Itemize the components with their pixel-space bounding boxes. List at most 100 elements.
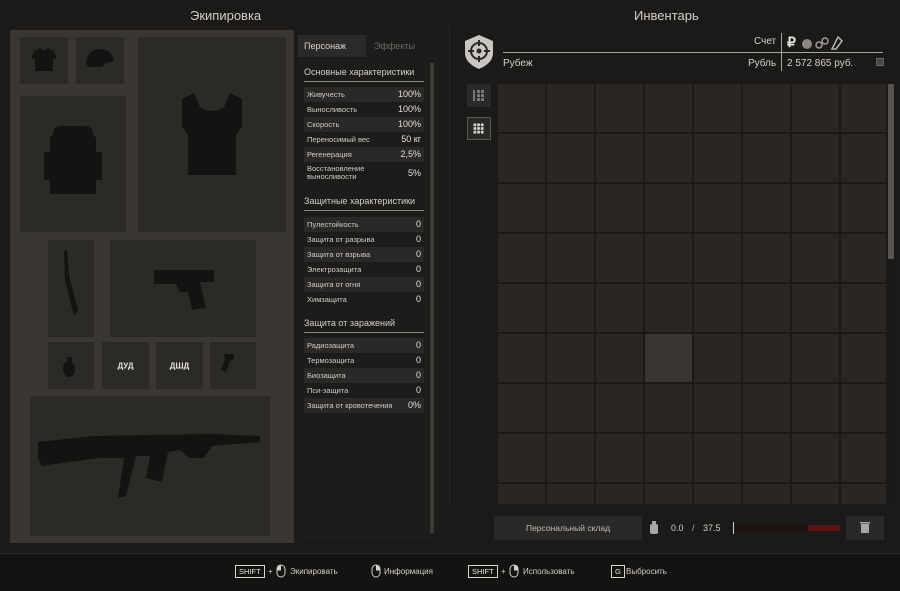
inventory-cell[interactable] xyxy=(547,484,594,504)
inventory-cell[interactable] xyxy=(841,334,886,382)
inventory-cell[interactable] xyxy=(498,134,545,182)
inventory-cell[interactable] xyxy=(596,484,643,504)
inventory-cell[interactable] xyxy=(547,234,594,282)
inventory-cell[interactable] xyxy=(645,334,692,382)
tab-character[interactable]: Персонаж xyxy=(298,35,366,57)
expand-icon[interactable] xyxy=(876,58,884,66)
stat-row: Защита от взрыва 0 xyxy=(304,247,424,262)
inventory-cell[interactable] xyxy=(596,284,643,332)
inventory-cell[interactable] xyxy=(498,184,545,232)
inventory-cell[interactable] xyxy=(792,84,839,132)
inventory-cell[interactable] xyxy=(841,184,886,232)
inventory-cell[interactable] xyxy=(694,84,741,132)
shirt-slot[interactable] xyxy=(20,37,68,84)
inventory-cell[interactable] xyxy=(547,284,594,332)
grid-view-button[interactable] xyxy=(467,117,491,140)
inventory-cell[interactable] xyxy=(792,184,839,232)
inventory-cell[interactable] xyxy=(547,384,594,432)
inventory-cell[interactable] xyxy=(498,84,545,132)
list-view-button[interactable] xyxy=(467,84,491,107)
inventory-scrollbar[interactable] xyxy=(888,84,894,502)
inventory-cell[interactable] xyxy=(792,234,839,282)
inventory-cell[interactable] xyxy=(841,284,886,332)
inventory-cell[interactable] xyxy=(547,184,594,232)
inventory-cell[interactable] xyxy=(694,184,741,232)
inventory-cell[interactable] xyxy=(645,484,692,504)
scrollbar-thumb[interactable] xyxy=(888,84,894,259)
inventory-grid[interactable] xyxy=(496,84,886,504)
inventory-cell[interactable] xyxy=(743,484,790,504)
inventory-cell[interactable] xyxy=(694,284,741,332)
chain-icon[interactable] xyxy=(815,36,829,50)
inventory-cell[interactable] xyxy=(694,384,741,432)
inventory-cell[interactable] xyxy=(841,384,886,432)
dshd-slot[interactable]: ДШД xyxy=(156,342,203,389)
inventory-cell[interactable] xyxy=(694,334,741,382)
armor-slot[interactable] xyxy=(138,37,286,232)
inventory-cell[interactable] xyxy=(792,134,839,182)
tool-slot[interactable] xyxy=(210,342,256,389)
grenade-slot[interactable] xyxy=(48,342,94,389)
inventory-cell[interactable] xyxy=(694,234,741,282)
stats-scrollbar[interactable] xyxy=(430,63,434,533)
inventory-cell[interactable] xyxy=(498,334,545,382)
trash-button[interactable] xyxy=(846,516,884,540)
inventory-cell[interactable] xyxy=(498,284,545,332)
inventory-cell[interactable] xyxy=(596,384,643,432)
inventory-cell[interactable] xyxy=(792,284,839,332)
dud-slot[interactable]: ДУД xyxy=(102,342,149,389)
inventory-cell[interactable] xyxy=(694,434,741,482)
inventory-cell[interactable] xyxy=(743,284,790,332)
knife-slot[interactable] xyxy=(48,240,94,337)
inventory-cell[interactable] xyxy=(645,84,692,132)
rifle-slot[interactable] xyxy=(30,396,270,536)
inventory-cell[interactable] xyxy=(547,84,594,132)
inventory-cell[interactable] xyxy=(596,184,643,232)
ruble-icon[interactable]: ₽ xyxy=(787,35,796,49)
inventory-cell[interactable] xyxy=(743,384,790,432)
inventory-cell[interactable] xyxy=(694,484,741,504)
inventory-cell[interactable] xyxy=(694,134,741,182)
inventory-cell[interactable] xyxy=(645,284,692,332)
inventory-cell[interactable] xyxy=(645,434,692,482)
coin-icon[interactable] xyxy=(801,38,813,50)
pistol-slot[interactable] xyxy=(110,240,256,337)
inventory-cell[interactable] xyxy=(645,384,692,432)
inventory-cell[interactable] xyxy=(547,334,594,382)
inventory-cell[interactable] xyxy=(841,234,886,282)
inventory-cell[interactable] xyxy=(792,434,839,482)
inventory-cell[interactable] xyxy=(841,434,886,482)
inventory-cell[interactable] xyxy=(498,434,545,482)
stat-row: Регенерация 2,5% xyxy=(304,147,424,162)
inventory-cell[interactable] xyxy=(743,434,790,482)
inventory-cell[interactable] xyxy=(596,434,643,482)
inventory-cell[interactable] xyxy=(645,134,692,182)
inventory-cell[interactable] xyxy=(792,334,839,382)
inventory-cell[interactable] xyxy=(596,334,643,382)
inventory-cell[interactable] xyxy=(792,484,839,504)
inventory-cell[interactable] xyxy=(743,84,790,132)
inventory-cell[interactable] xyxy=(841,484,886,504)
inventory-cell[interactable] xyxy=(498,234,545,282)
inventory-cell[interactable] xyxy=(743,234,790,282)
inventory-cell[interactable] xyxy=(596,134,643,182)
tab-effects[interactable]: Эффекты xyxy=(366,35,438,57)
helmet-slot[interactable] xyxy=(76,37,124,84)
inventory-cell[interactable] xyxy=(547,134,594,182)
inventory-cell[interactable] xyxy=(645,184,692,232)
inventory-cell[interactable] xyxy=(547,434,594,482)
inventory-cell[interactable] xyxy=(841,134,886,182)
inventory-cell[interactable] xyxy=(743,334,790,382)
inventory-cell[interactable] xyxy=(596,234,643,282)
token-icon[interactable] xyxy=(830,35,844,51)
backpack-slot[interactable] xyxy=(20,96,126,232)
personal-storage-button[interactable]: Персональный склад xyxy=(494,516,642,540)
inventory-cell[interactable] xyxy=(743,134,790,182)
inventory-cell[interactable] xyxy=(743,184,790,232)
inventory-cell[interactable] xyxy=(841,84,886,132)
inventory-cell[interactable] xyxy=(498,484,545,504)
inventory-cell[interactable] xyxy=(498,384,545,432)
inventory-cell[interactable] xyxy=(596,84,643,132)
inventory-cell[interactable] xyxy=(792,384,839,432)
inventory-cell[interactable] xyxy=(645,234,692,282)
